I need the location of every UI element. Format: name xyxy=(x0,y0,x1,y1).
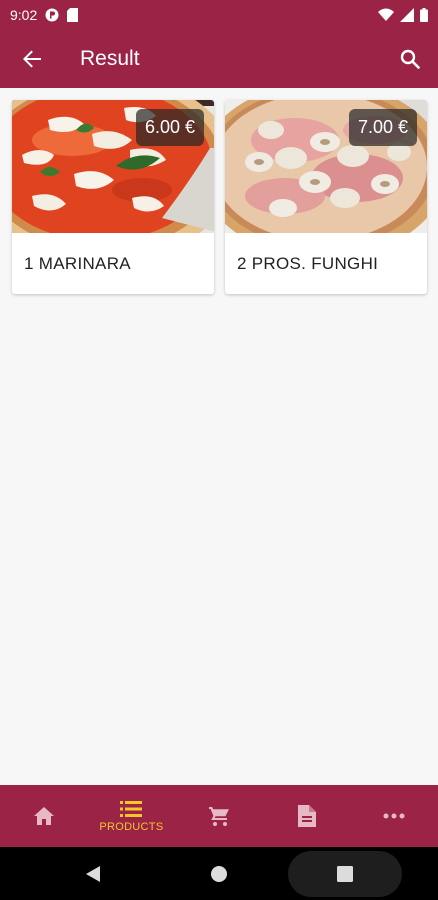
nav-cart[interactable] xyxy=(175,785,263,847)
system-navigation-bar xyxy=(0,847,438,900)
back-button[interactable] xyxy=(0,30,64,88)
system-home-button[interactable] xyxy=(204,847,234,900)
circle-home-icon xyxy=(211,865,227,882)
status-bar: 9:02 xyxy=(0,0,438,30)
triangle-back-icon xyxy=(86,865,100,882)
system-recents-button[interactable] xyxy=(330,847,360,900)
search-button[interactable] xyxy=(382,30,438,88)
nav-products-label: PRODUCTS xyxy=(99,820,164,833)
battery-icon xyxy=(420,8,428,22)
nav-home[interactable] xyxy=(0,785,88,847)
nav-products[interactable]: PRODUCTS xyxy=(88,785,176,847)
system-back-button[interactable] xyxy=(78,847,108,900)
list-icon xyxy=(120,800,143,817)
product-card[interactable]: 6.00 € 1 MARINARA xyxy=(12,100,214,294)
nav-more[interactable] xyxy=(350,785,438,847)
document-icon xyxy=(297,805,316,827)
more-icon xyxy=(383,813,405,819)
arrow-back-icon xyxy=(23,50,41,68)
nav-orders[interactable] xyxy=(263,785,351,847)
cart-icon xyxy=(208,807,229,826)
app-bar: Result xyxy=(0,30,438,88)
product-grid: 6.00 € 1 MARINARA 7.00 € 2 PROS. FUNGHI xyxy=(0,88,438,785)
home-icon xyxy=(33,807,54,825)
product-name: 1 MARINARA xyxy=(24,254,131,273)
signal-icon xyxy=(400,8,414,22)
product-price: 7.00 € xyxy=(348,109,417,146)
product-price: 6.00 € xyxy=(135,109,204,146)
bottom-navigation: PRODUCTS xyxy=(0,785,438,847)
wifi-icon xyxy=(378,8,394,22)
status-time: 9:02 xyxy=(10,7,38,23)
sd-card-icon xyxy=(67,8,79,22)
product-name: 2 PROS. FUNGHI xyxy=(237,254,379,273)
app-notification-icon xyxy=(45,8,59,22)
square-recents-icon xyxy=(337,865,353,882)
search-icon xyxy=(400,49,420,69)
product-card[interactable]: 7.00 € 2 PROS. FUNGHI xyxy=(225,100,427,294)
page-title: Result xyxy=(80,47,140,70)
